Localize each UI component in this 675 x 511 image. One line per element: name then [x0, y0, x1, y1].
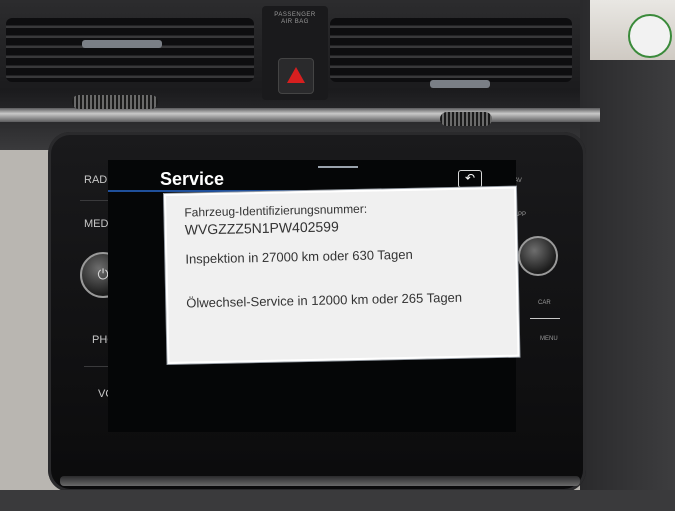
door-panel	[580, 0, 675, 511]
left-air-vent[interactable]	[6, 18, 254, 82]
vin-label: Fahrzeug-Identifizierungsnummer:	[184, 201, 368, 220]
screen-title: Service	[160, 169, 225, 189]
back-arrow-icon[interactable]: ↶	[458, 170, 482, 188]
car-button[interactable]: CAR	[538, 300, 551, 306]
right-air-vent[interactable]	[330, 18, 572, 82]
left-vent-slider[interactable]	[82, 40, 162, 48]
hazard-triangle-icon	[287, 67, 305, 83]
bottom-trim	[60, 476, 580, 486]
left-vent-wheel[interactable]	[72, 95, 158, 109]
chrome-trim	[0, 108, 600, 122]
menu-button[interactable]: MENU	[540, 336, 558, 342]
airbag-label-line2: AIR BAG	[281, 19, 309, 25]
oil-service-info: Ölwechsel-Service in 12000 km oder 265 T…	[186, 289, 463, 311]
right-vent-slider[interactable]	[430, 80, 490, 88]
side-divider	[530, 318, 560, 319]
hazard-panel: PASSENGER AIR BAG	[262, 6, 328, 100]
airbag-label: PASSENGER AIR BAG	[262, 12, 328, 26]
tune-knob[interactable]	[518, 236, 558, 276]
hazard-button[interactable]	[278, 58, 314, 94]
sticker	[628, 14, 672, 58]
airbag-label-line1: PASSENGER	[274, 12, 316, 18]
page-indicator	[318, 166, 358, 168]
center-console	[0, 490, 675, 511]
right-vent-wheel[interactable]	[440, 112, 492, 126]
service-info-dialog[interactable]: Fahrzeug-Identifizierungsnummer: WVGZZZ5…	[164, 186, 520, 364]
inspection-info: Inspektion in 27000 km oder 630 Tagen	[185, 246, 413, 267]
vin-value: WVGZZZ5N1PW402599	[184, 218, 339, 238]
